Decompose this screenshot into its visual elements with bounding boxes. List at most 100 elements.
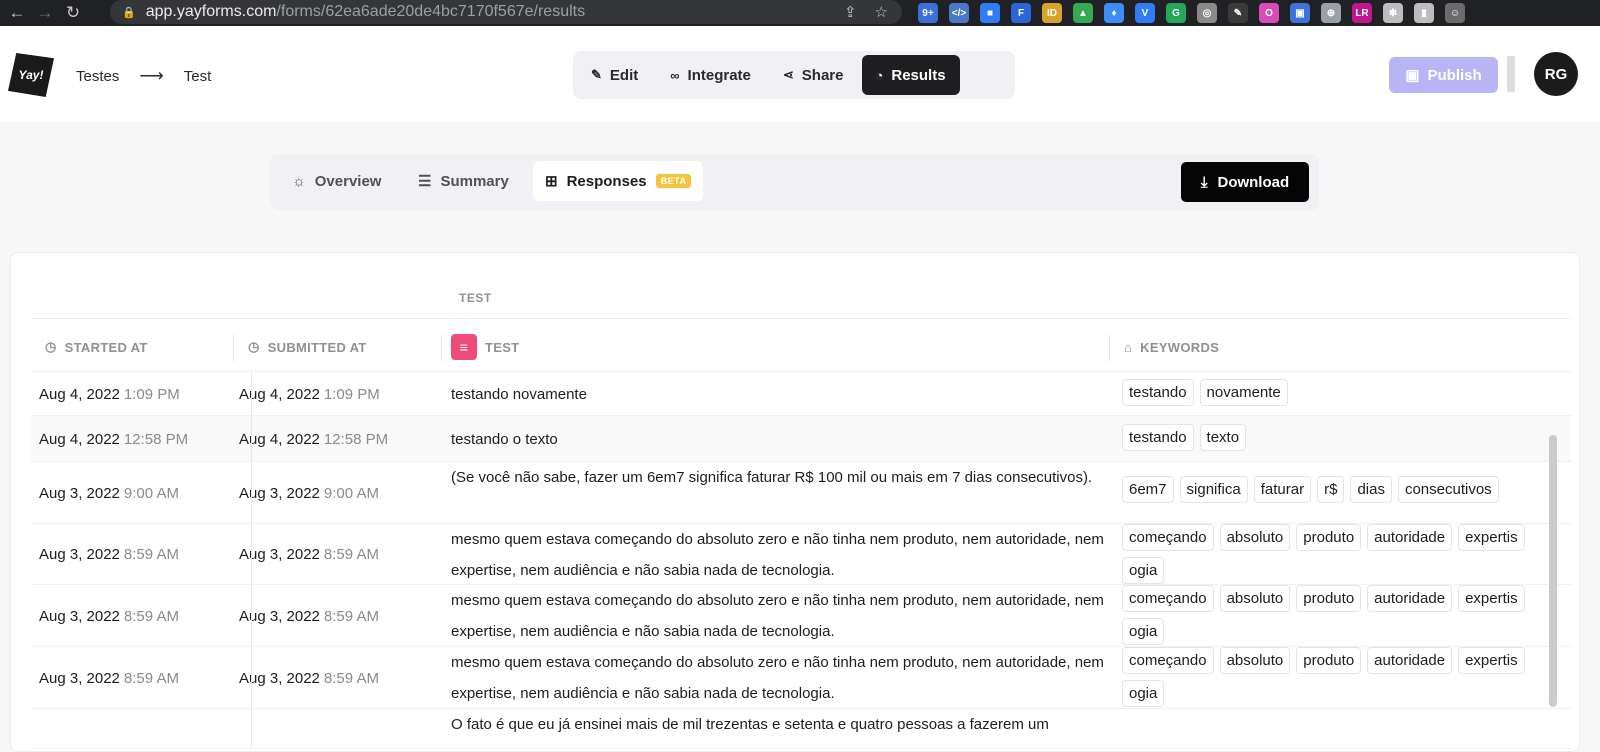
tab-summary-label: Summary [440, 172, 509, 190]
tab-summary[interactable]: ☰ Summary [406, 161, 521, 201]
address-bar[interactable]: 🔒 app.yayforms.com /forms/62ea6ade20de4b… [110, 0, 902, 24]
submitted-at-cell: Aug 4, 2022 12:58 PM [239, 416, 388, 462]
lock-icon: 🔒 [122, 6, 136, 19]
table-row[interactable]: Aug 3, 2022 8:59 AM Aug 3, 2022 8:59 AM mesm… [31, 585, 1571, 647]
started-at-cell-date: Aug 3, 2022 [39, 546, 120, 563]
table-row[interactable]: Aug 4, 2022 12:58 PM Aug 4, 2022 12:58 PM te… [31, 416, 1571, 462]
keyword-tag: testando [1122, 424, 1194, 451]
table-row[interactable]: Aug 3, 2022 8:59 AM Aug 3, 2022 8:59 AM mesm… [31, 524, 1571, 585]
extension-icon[interactable]: </> [949, 3, 969, 23]
started-at-cell: Aug 3, 2022 9:00 AM [39, 462, 179, 524]
submitted-at-cell: Aug 3, 2022 9:00 AM [239, 462, 379, 524]
breadcrumb-form[interactable]: Test [184, 68, 212, 85]
keywords-cell: testando novamente [1122, 379, 1562, 406]
column-started-label: STARTED AT [64, 339, 148, 355]
extension-icon[interactable]: ⊕ [1321, 3, 1341, 23]
main-tabs: ✎ Edit ∞ Integrate ⋖ Share ◔ Results [573, 51, 1015, 99]
keyword-tag: autoridade [1367, 647, 1453, 674]
column-test-label: TEST [485, 339, 520, 355]
started-at-cell-date: Aug 3, 2022 [39, 607, 120, 625]
keyword-tag: expertis [1458, 524, 1525, 551]
row-divider [251, 585, 252, 646]
extension-icon[interactable]: ☺ [1445, 3, 1465, 23]
extension-icon[interactable]: O [1259, 3, 1279, 23]
started-at-cell: Aug 4, 2022 1:09 PM [39, 372, 180, 416]
tab-results[interactable]: ◔ Results [861, 55, 960, 95]
table-row[interactable]: Aug 3, 2022 8:59 AM Aug 3, 2022 8:59 AM mesm… [31, 647, 1571, 709]
breadcrumb-workspace[interactable]: Testes [76, 68, 119, 85]
column-test[interactable]: ≡ TEST [451, 323, 519, 371]
extension-icon[interactable]: LR [1352, 3, 1372, 23]
extension-icon[interactable]: ▲ [1073, 3, 1093, 23]
table-scrollbar[interactable] [1549, 435, 1557, 707]
link-icon: ∞ [670, 67, 680, 83]
row-divider [251, 372, 252, 415]
column-divider [441, 335, 442, 361]
tag-icon: ⌂ [1124, 339, 1133, 355]
extension-icon[interactable]: 9+ [918, 3, 938, 23]
keyword-tag: r$ [1317, 476, 1345, 503]
avatar[interactable]: RG [1534, 52, 1578, 96]
tab-integrate[interactable]: ∞ Integrate [656, 55, 765, 95]
download-icon: ⤓ [1200, 173, 1208, 191]
column-submitted-at[interactable]: ◷ SUBMITTED AT [248, 323, 367, 371]
extension-icon[interactable]: F [1011, 3, 1031, 23]
column-started-at[interactable]: ◷ STARTED AT [45, 323, 148, 371]
tab-edit[interactable]: ✎ Edit [577, 55, 652, 95]
back-icon[interactable]: ← [6, 2, 28, 24]
tab-overview[interactable]: ☼ Overview [280, 161, 393, 201]
answer-cell: mesmo quem estava começando do absoluto … [451, 531, 1104, 579]
extension-icon[interactable]: ♦ [1104, 3, 1124, 23]
group-divider [31, 318, 1571, 319]
question-group-header: TEST [459, 291, 492, 305]
url-domain: app.yayforms.com [145, 3, 277, 20]
started-at-cell-date: Aug 3, 2022 [39, 484, 120, 502]
extension-icon[interactable]: V [1135, 3, 1155, 23]
download-label: Download [1217, 173, 1290, 191]
extension-icon[interactable]: ◎ [1197, 3, 1217, 23]
keyword-tag: ogia [1122, 680, 1165, 707]
extension-icon[interactable]: G [1166, 3, 1186, 23]
extension-icon[interactable]: ▣ [1290, 3, 1310, 23]
started-at-cell-date: Aug 4, 2022 [39, 385, 120, 403]
clock-icon: ◷ [45, 339, 57, 354]
publish-label: Publish [1427, 66, 1482, 84]
tab-share[interactable]: ⋖ Share [769, 55, 858, 95]
table-row[interactable]: Aug 4, 2022 1:09 PM Aug 4, 2022 1:09 PM test… [31, 372, 1571, 416]
keyword-tag: expertis [1458, 647, 1525, 674]
reload-icon[interactable]: ↻ [62, 2, 84, 24]
publish-button[interactable]: ▣ Publish [1389, 57, 1498, 93]
share-page-icon[interactable]: ⇪ [844, 3, 857, 21]
keyword-tag: 6em7 [1122, 476, 1174, 503]
keywords-cell: testando texto [1122, 424, 1562, 451]
started-at-cell-date: Aug 3, 2022 [39, 669, 120, 687]
extension-icon[interactable]: ▮ [1414, 3, 1434, 23]
keyword-tag: começando [1122, 647, 1214, 674]
table-row[interactable]: O fato é que eu já ensinei mais de mil t… [31, 709, 1571, 749]
keyword-tag: produto [1296, 524, 1362, 551]
extension-icon[interactable]: ✎ [1228, 3, 1248, 23]
tab-share-label: Share [801, 66, 844, 84]
keyword-tag: expertis [1458, 585, 1525, 612]
extension-icon[interactable]: ✱ [1383, 3, 1403, 23]
keyword-tag: ogia [1122, 557, 1165, 584]
long-text-icon: ≡ [451, 334, 477, 360]
extension-icon[interactable]: ■ [980, 3, 1000, 23]
column-keywords[interactable]: ⌂ KEYWORDS [1124, 323, 1219, 371]
tab-responses[interactable]: ⊞ Responses BETA [533, 161, 704, 201]
keyword-tag: dias [1350, 476, 1392, 503]
results-subnav: ☼ Overview ☰ Summary ⊞ Responses BETA [270, 154, 1319, 210]
keyword-tag: absoluto [1219, 524, 1291, 551]
download-button[interactable]: ⤓ Download [1181, 162, 1309, 202]
keyword-tag: autoridade [1367, 524, 1453, 551]
submitted-at-cell: Aug 3, 2022 8:59 AM [239, 524, 379, 585]
started-at-cell-time: 1:09 PM [123, 385, 180, 403]
forward-icon[interactable]: → [34, 2, 56, 24]
bookmark-star-icon[interactable]: ☆ [875, 3, 888, 21]
extension-icon[interactable]: ID [1042, 3, 1062, 23]
keyword-tag: começando [1122, 524, 1214, 551]
table-row[interactable]: Aug 3, 2022 9:00 AM Aug 3, 2022 9:00 AM (Se … [31, 462, 1571, 524]
yay-logo[interactable]: Yay! [8, 53, 54, 97]
row-divider [251, 524, 252, 584]
keywords-cell: 6em7 significa faturar r$ dias consecutivos [1122, 476, 1562, 503]
